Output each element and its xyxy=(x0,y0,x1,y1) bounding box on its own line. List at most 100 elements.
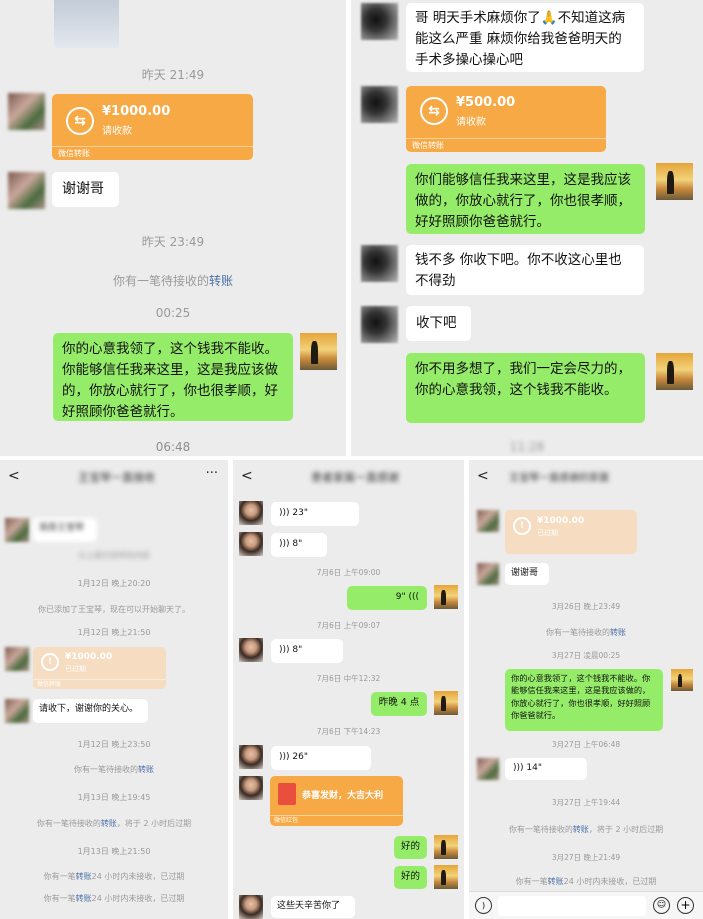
transfer-amount: ¥1000.00 xyxy=(102,104,171,119)
contact-avatar[interactable] xyxy=(8,172,45,209)
voice-icon: ((( xyxy=(405,592,419,602)
timestamp: 3月27日 上午19:44 xyxy=(551,798,621,807)
voice-message[interactable]: ))) 8" xyxy=(271,533,327,557)
timestamp: 3月27日 晚上21:49 xyxy=(551,853,621,862)
transfer-link[interactable]: 转账 xyxy=(209,274,233,288)
contact-avatar[interactable] xyxy=(239,638,263,662)
timestamp: 1月12日 晚上23:50 xyxy=(77,740,151,749)
transfer-status: 已过期 xyxy=(65,665,86,673)
voice-icon: ))) xyxy=(513,763,527,773)
contact-avatar[interactable] xyxy=(239,776,263,800)
transfer-link[interactable]: 转账 xyxy=(573,825,589,834)
my-avatar[interactable] xyxy=(434,585,458,609)
timestamp: 昨天 21:49 xyxy=(141,68,205,82)
red-packet-text: 恭喜发财，大吉大利 xyxy=(302,791,384,801)
chat-title: 王宝琴一直感谢的家属 xyxy=(509,473,609,484)
transfer-card[interactable]: ⇆ ¥1000.00 请收款 微信转账 xyxy=(52,94,253,160)
transfer-link[interactable]: 转账 xyxy=(76,872,92,881)
contact-avatar[interactable] xyxy=(239,501,263,525)
contact-avatar[interactable] xyxy=(5,699,29,723)
contact-avatar[interactable] xyxy=(361,245,398,282)
timestamp: 1月12日 晚上20:20 xyxy=(77,579,151,588)
transfer-link[interactable]: 转账 xyxy=(76,894,92,903)
my-avatar[interactable] xyxy=(656,353,693,390)
red-packet-icon xyxy=(278,783,296,805)
voice-message[interactable]: ))) 8" xyxy=(271,639,343,663)
message-bubble: 收下吧 xyxy=(406,306,471,341)
contact-avatar[interactable] xyxy=(5,518,29,542)
voice-input-icon[interactable]: ) xyxy=(475,897,492,914)
system-message: 你有一笔待接收的转账 xyxy=(546,628,626,637)
more-icon[interactable]: ··· xyxy=(206,466,218,481)
system-message: 你有一笔待接收的转账 xyxy=(74,765,154,774)
contact-avatar[interactable] xyxy=(361,3,398,40)
transfer-link[interactable]: 转账 xyxy=(101,819,117,828)
transfer-amount: ¥1000.00 xyxy=(537,516,585,526)
transfer-amount: ¥500.00 xyxy=(456,95,516,110)
timestamp: 7月6日 下午14:23 xyxy=(316,727,381,736)
timestamp: 7月6日 上午09:00 xyxy=(316,568,381,577)
contact-avatar[interactable] xyxy=(8,93,45,130)
contact-avatar[interactable] xyxy=(5,647,29,671)
timestamp: 3月26日 晚上23:49 xyxy=(551,602,621,611)
contact-avatar[interactable] xyxy=(239,895,263,919)
timestamp: 1月13日 晚上21:50 xyxy=(77,847,151,856)
my-avatar[interactable] xyxy=(434,835,458,859)
voice-message[interactable]: ))) 26" xyxy=(271,746,371,770)
voice-message[interactable]: ))) 23" xyxy=(271,502,359,526)
contact-avatar[interactable] xyxy=(361,306,398,343)
transfer-link[interactable]: 转账 xyxy=(548,877,564,886)
system-message: 你有一笔转账24 小时内未接收，已过期 xyxy=(43,894,185,903)
emoji-icon[interactable]: ☺ xyxy=(653,897,670,914)
timestamp: 3月27日 凌晨00:25 xyxy=(551,651,621,660)
transfer-card[interactable]: ! ¥1000.00 已过期 xyxy=(505,510,637,554)
transfer-link[interactable]: 转账 xyxy=(610,628,626,637)
contact-avatar[interactable] xyxy=(239,745,263,769)
transfer-link[interactable]: 转账 xyxy=(138,765,154,774)
my-avatar[interactable] xyxy=(434,865,458,889)
timestamp: 7月6日 上午09:07 xyxy=(316,621,381,630)
voice-message[interactable]: ))) 14" xyxy=(505,758,587,780)
message-bubble: 我是王宝琴 xyxy=(33,518,97,542)
message-bubble-sent: 好的 xyxy=(394,866,427,889)
message-input[interactable] xyxy=(498,896,646,916)
contact-avatar[interactable] xyxy=(361,86,398,123)
top-bar: < 王宝琴一直接收 ··· xyxy=(0,460,228,494)
voice-message-sent[interactable]: 9" ((( xyxy=(347,586,427,610)
transfer-footer: 微信转账 xyxy=(52,146,253,160)
timestamp: 00:25 xyxy=(155,306,191,320)
my-avatar[interactable] xyxy=(434,691,458,715)
chat-title: 王宝琴一直接收 xyxy=(78,471,155,484)
back-icon[interactable]: < xyxy=(8,468,20,484)
timestamp: 11:28 xyxy=(509,440,545,454)
message-bubble-sent: 你们能够信任我来这里，这是我应该做的，你放心就行了，你也很孝顺，好好照顾你爸爸就… xyxy=(406,164,645,234)
my-avatar[interactable] xyxy=(300,333,337,370)
back-icon[interactable]: < xyxy=(477,468,489,484)
contact-avatar[interactable] xyxy=(477,510,499,532)
transfer-card[interactable]: ! ¥1000.00 已过期 微信转账 xyxy=(33,647,166,689)
transfer-footer: 微信转账 xyxy=(33,679,166,689)
transfer-card[interactable]: ⇆ ¥500.00 请收款 微信转账 xyxy=(406,86,606,152)
contact-avatar[interactable] xyxy=(239,532,263,556)
transfer-status: 请收款 xyxy=(456,117,486,128)
transfer-icon: ! xyxy=(513,517,531,535)
message-bubble-sent: 你不用多想了，我们一定会尽力的，你的心意我领，这个钱我不能收。 xyxy=(406,353,645,423)
red-packet-card[interactable]: 恭喜发财，大吉大利 微信红包 xyxy=(270,776,403,826)
message-bubble: 谢谢哥 xyxy=(505,563,549,585)
message-bubble-sent: 你的心意我领了，这个钱我不能收。你能够信任我来这里，这是我应该做的，你放心就行了… xyxy=(53,333,293,421)
back-icon[interactable]: < xyxy=(241,468,253,484)
photo-thumbnail[interactable] xyxy=(54,0,119,48)
contact-avatar[interactable] xyxy=(477,758,499,780)
transfer-icon: ⇆ xyxy=(420,97,448,125)
contact-avatar[interactable] xyxy=(477,563,499,585)
system-message: 你已添加了王宝琴，现在可以开始聊天了。 xyxy=(38,605,190,614)
system-message: 以上是打招呼的内容 xyxy=(78,551,150,560)
timestamp: 3月27日 上午06:48 xyxy=(551,740,621,749)
system-message: 你有一笔待接收的转账 xyxy=(112,274,234,288)
my-avatar[interactable] xyxy=(656,163,693,200)
chat-panel-1: 昨天 21:49 ⇆ ¥1000.00 请收款 微信转账 谢谢哥 昨天 23:4… xyxy=(0,0,346,456)
my-avatar[interactable] xyxy=(671,669,693,691)
plus-icon[interactable]: + xyxy=(677,897,694,914)
transfer-icon: ⇆ xyxy=(66,107,94,135)
transfer-status: 请收款 xyxy=(102,126,132,137)
